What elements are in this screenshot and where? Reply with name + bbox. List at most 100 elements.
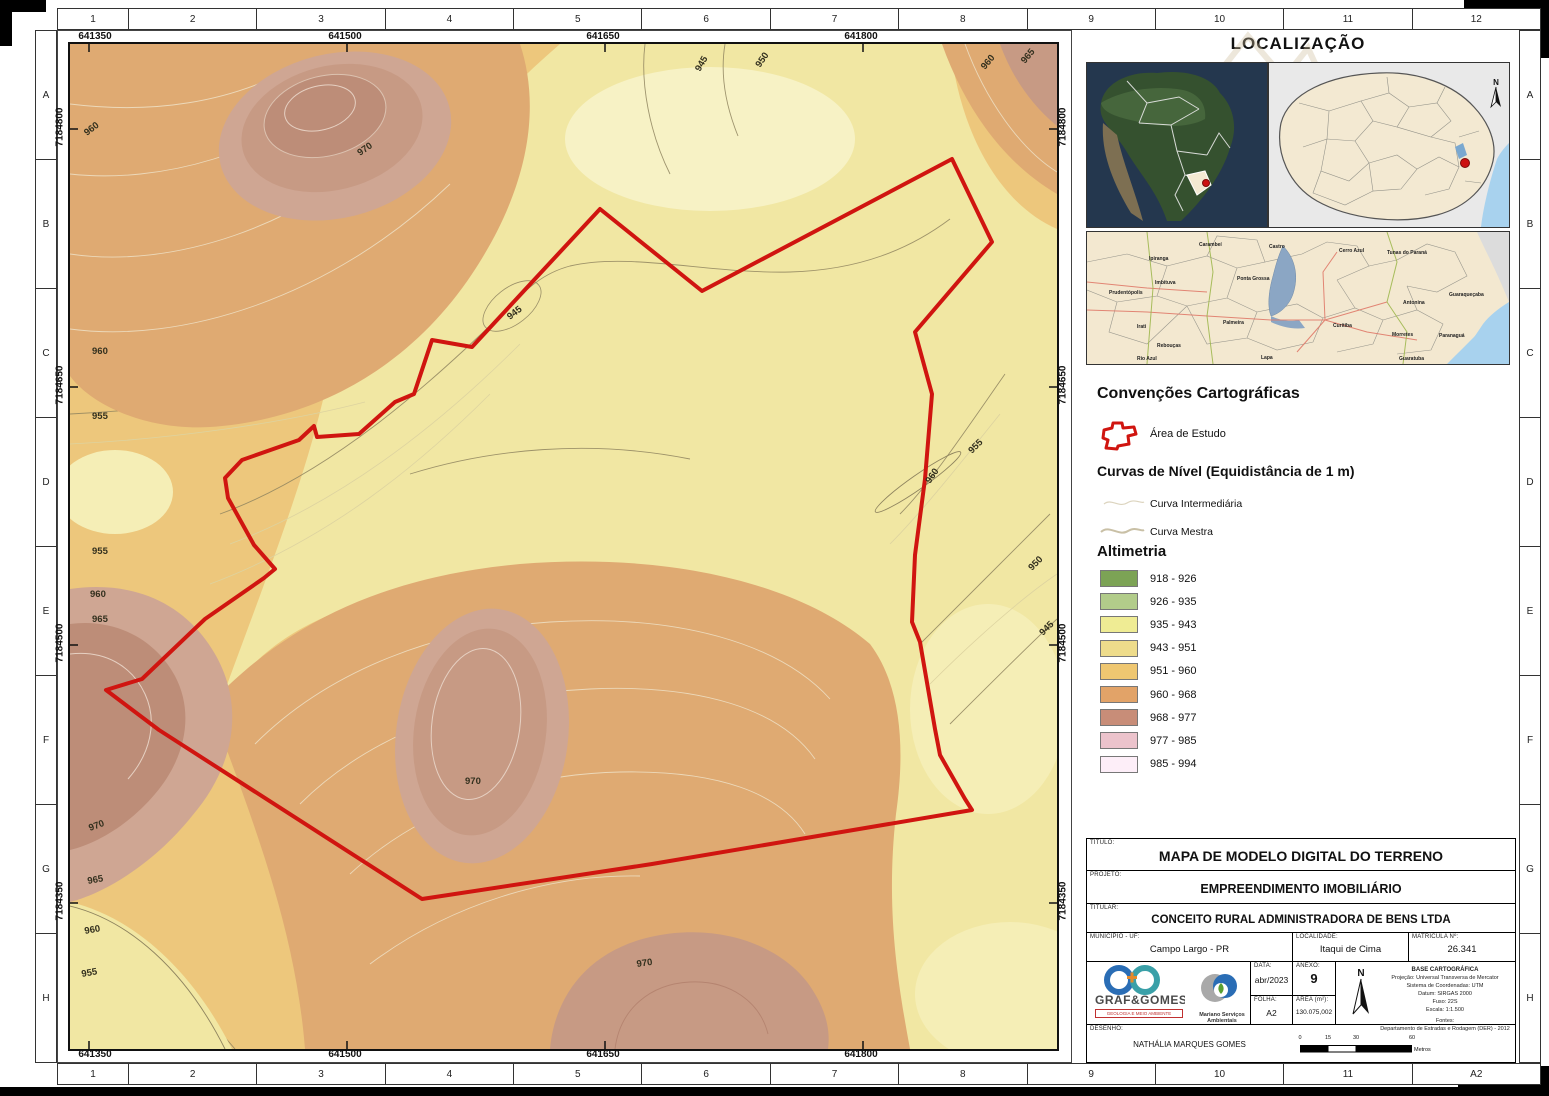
altimetria-swatch — [1100, 663, 1138, 680]
contour-label-965: 965 — [92, 614, 109, 625]
altimetria-swatch — [1100, 732, 1138, 749]
anexo-label: ANEXO: — [1296, 963, 1320, 969]
base-cartografica-line: Projeção: Universal Transversa de Mercat… — [1376, 975, 1514, 983]
municipality-label-rebouças: Rebouças — [1157, 343, 1181, 349]
altimetria-range-label: 951 - 960 — [1150, 665, 1196, 677]
altimetria-title: Altimetria — [1097, 543, 1166, 560]
contour-label-960: 960 — [90, 589, 106, 600]
left-coord-7184800: 7184800 — [55, 108, 66, 147]
altimetria-range-label: 918 - 926 — [1150, 573, 1196, 585]
grid-col-b-1: 1 — [58, 1064, 128, 1084]
grid-col-8: 8 — [898, 9, 1026, 29]
curva-intermediaria-icon — [1103, 496, 1145, 510]
terrain-map: 9609709459509609659609559459559609659609… — [70, 44, 1057, 1049]
municipality-label-cerro-azul: Cerro Azul — [1339, 248, 1365, 254]
title-block: TÍTULO: MAPA DE MODELO DIGITAL DO TERREN… — [1086, 838, 1516, 1063]
titular-value: CONCEITO RURAL ADMINISTRADORA DE BENS LT… — [1087, 914, 1515, 926]
grid-row-l-C: C — [36, 288, 56, 417]
grid-row-l-A: A — [36, 31, 56, 159]
matricula-value: 26.341 — [1409, 944, 1515, 955]
altimetria-class-row: 985 - 994 — [1100, 756, 1196, 773]
titulo-value: MAPA DE MODELO DIGITAL DO TERRENO — [1087, 848, 1515, 864]
municipio-value: Campo Largo - PR — [1087, 944, 1292, 955]
altimetria-swatch — [1100, 756, 1138, 773]
grid-col-9: 9 — [1027, 9, 1155, 29]
bottom-coord-641500: 641500 — [328, 1049, 361, 1060]
altimetria-range-label: 968 - 977 — [1150, 712, 1196, 724]
grid-row-r-D: D — [1520, 417, 1540, 546]
scale-tick-30: 30 — [1353, 1035, 1359, 1041]
grid-row-r-C: C — [1520, 288, 1540, 417]
grid-row-r-G: G — [1520, 804, 1540, 933]
bottom-coord-641350: 641350 — [78, 1049, 111, 1060]
scale-bar — [1300, 1045, 1430, 1053]
altimetria-swatch — [1100, 593, 1138, 610]
altimetria-range-label: 977 - 985 — [1150, 735, 1196, 747]
municipality-label-curitiba: Curitiba — [1333, 323, 1352, 329]
crop-mark-top-left-v — [0, 0, 12, 46]
altimetria-range-label: 960 - 968 — [1150, 689, 1196, 701]
left-coord-7184500: 7184500 — [55, 624, 66, 663]
parana-inset-svg: N — [1269, 63, 1509, 227]
matricula-label: MATRÍCULA Nº: — [1412, 934, 1458, 940]
municipality-label-morretes: Morretes — [1392, 332, 1413, 338]
grid-row-l-G: G — [36, 804, 56, 933]
municipality-label-paranaguá: Paranaguá — [1439, 333, 1465, 339]
grid-row-r-A: A — [1520, 31, 1540, 159]
base-cartografica-line: Fuso: 22S — [1376, 999, 1514, 1007]
curva-mestra-label: Curva Mestra — [1150, 526, 1213, 538]
top-coord-641800: 641800 — [844, 31, 877, 42]
curva-mestra-icon — [1100, 523, 1145, 539]
municipality-label-palmeira: Palmeira — [1223, 320, 1244, 326]
base-cartografica-title: BASE CARTOGRÁFICA — [1376, 966, 1514, 975]
grid-col-b-3: 3 — [256, 1064, 384, 1084]
altimetria-range-label: 943 - 951 — [1150, 642, 1196, 654]
municipality-label-tunas-do-paraná: Tunas do Paraná — [1387, 250, 1427, 256]
municipality-label-carambeí: Carambeí — [1199, 242, 1222, 248]
north-arrow-titleblock: N — [1348, 966, 1374, 1020]
grid-col-6: 6 — [641, 9, 769, 29]
top-coord-641500: 641500 — [328, 31, 361, 42]
altimetria-class-row: 935 - 943 — [1100, 616, 1196, 633]
folha-value: A2 — [1251, 1008, 1292, 1018]
altimetria-class-row: 968 - 977 — [1100, 709, 1196, 726]
altimetria-swatch — [1100, 616, 1138, 633]
grid-col-b-2: 2 — [128, 1064, 256, 1084]
desenho-value: NATHÁLIA MARQUES GOMES — [1087, 1040, 1292, 1049]
terrain-map-frame: 9609709459509609659609559459559609659609… — [68, 42, 1059, 1051]
projeto-value: EMPREENDIMENTO IMOBILIÁRIO — [1087, 882, 1515, 896]
terrain-tan-central — [210, 562, 910, 1049]
grid-col-b-10: 10 — [1155, 1064, 1283, 1084]
svg-text:GRAF&GOMES: GRAF&GOMES — [1095, 993, 1185, 1007]
grid-row-r-B: B — [1520, 159, 1540, 288]
contour-label-970: 970 — [465, 776, 481, 787]
altimetria-range-label: 926 - 935 — [1150, 596, 1196, 608]
brazil-inset-map — [1086, 62, 1268, 228]
altimetria-swatch — [1100, 570, 1138, 587]
base-cartografica-lines: Projeção: Universal Transversa de Mercat… — [1376, 975, 1514, 1015]
localidade-label: LOCALIDADE: — [1296, 934, 1338, 940]
parana-inset-map: N — [1268, 62, 1510, 228]
municipality-label-guaratuba: Guaratuba — [1399, 356, 1424, 362]
mariano-logo-icon — [1195, 964, 1243, 1012]
svg-text:N: N — [1357, 968, 1364, 979]
right-coord-7184650: 7184650 — [1058, 366, 1069, 405]
municipality-label-lapa: Lapa — [1261, 355, 1273, 361]
study-area-legend-icon — [1100, 420, 1140, 452]
projeto-label: PROJETO: — [1090, 872, 1122, 878]
titulo-label: TÍTULO: — [1090, 840, 1114, 846]
grid-col-b-4: 4 — [385, 1064, 513, 1084]
grid-col-b-5: 5 — [513, 1064, 641, 1084]
grafgomes-tagline: GEOLOGIA E MEIO AMBIENTE — [1095, 1009, 1183, 1018]
grid-row-l-D: D — [36, 417, 56, 546]
base-cartografica-line: Escala: 1:1.500 — [1376, 1007, 1514, 1015]
altimetria-swatch — [1100, 640, 1138, 657]
altimetria-range-label: 985 - 994 — [1150, 758, 1196, 770]
area-label: ÁREA (m²): — [1296, 997, 1328, 1003]
bottom-coord-641800: 641800 — [844, 1049, 877, 1060]
conventions-title: Convenções Cartográficas — [1097, 385, 1300, 403]
altimetria-range-label: 935 - 943 — [1150, 619, 1196, 631]
top-coord-641350: 641350 — [78, 31, 111, 42]
municipality-label-guaraqueçaba: Guaraqueçaba — [1449, 292, 1484, 298]
grid-ruler-right: ABCDEFGH — [1519, 30, 1541, 1063]
